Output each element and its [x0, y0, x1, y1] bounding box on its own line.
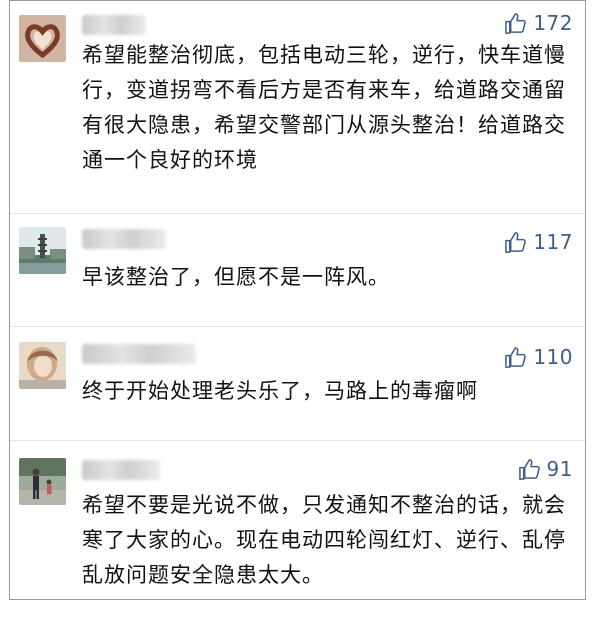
thumbs-up-icon: [505, 231, 527, 253]
username-blurred[interactable]: [82, 15, 146, 35]
username-blurred[interactable]: [82, 229, 166, 249]
thumbs-up-icon: [518, 458, 540, 480]
divider: [10, 440, 585, 441]
like-count: 110: [533, 345, 573, 369]
like-count: 172: [533, 11, 573, 35]
like-button[interactable]: 117: [504, 229, 573, 255]
like-button[interactable]: 110: [504, 344, 573, 370]
comment-item: 91 希望不要是光说不做，只发通知不整治的话，就会寒了大家的心。现在电动四轮闯红…: [10, 456, 585, 598]
comment-item: 117 早该整治了，但愿不是一阵风。: [10, 227, 585, 327]
comment-item: 172 希望能整治彻底，包括电动三轮，逆行，快车道慢行，变道拐弯不看后方是否有来…: [10, 1, 585, 186]
like-count: 117: [533, 230, 573, 254]
like-button[interactable]: 172: [504, 10, 573, 36]
comment-list: 172 希望能整治彻底，包括电动三轮，逆行，快车道慢行，变道拐弯不看后方是否有来…: [9, 0, 586, 600]
like-count: 91: [546, 457, 573, 481]
divider: [10, 213, 585, 214]
thumbs-up-icon: [505, 346, 527, 368]
comment-item: 110 终于开始处理老头乐了，马路上的毒瘤啊: [10, 342, 585, 442]
username-blurred[interactable]: [82, 344, 196, 364]
comment-text: 终于开始处理老头乐了，马路上的毒瘤啊: [82, 379, 478, 403]
like-button[interactable]: 91: [518, 456, 573, 482]
pagoda-scene-avatar[interactable]: [19, 227, 66, 274]
street-people-avatar[interactable]: [19, 458, 66, 505]
comment-text: 希望不要是光说不做，只发通知不整治的话，就会寒了大家的心。现在电动四轮闯红灯、逆…: [82, 493, 566, 587]
username-blurred[interactable]: [82, 460, 160, 480]
portrait-avatar[interactable]: [19, 342, 66, 389]
divider: [10, 326, 585, 327]
comment-text: 希望能整治彻底，包括电动三轮，逆行，快车道慢行，变道拐弯不看后方是否有来车，给道…: [82, 43, 566, 172]
thumbs-up-icon: [505, 12, 527, 34]
comment-text: 早该整治了，但愿不是一阵风。: [82, 265, 390, 289]
hands-heart-avatar[interactable]: [19, 15, 66, 62]
